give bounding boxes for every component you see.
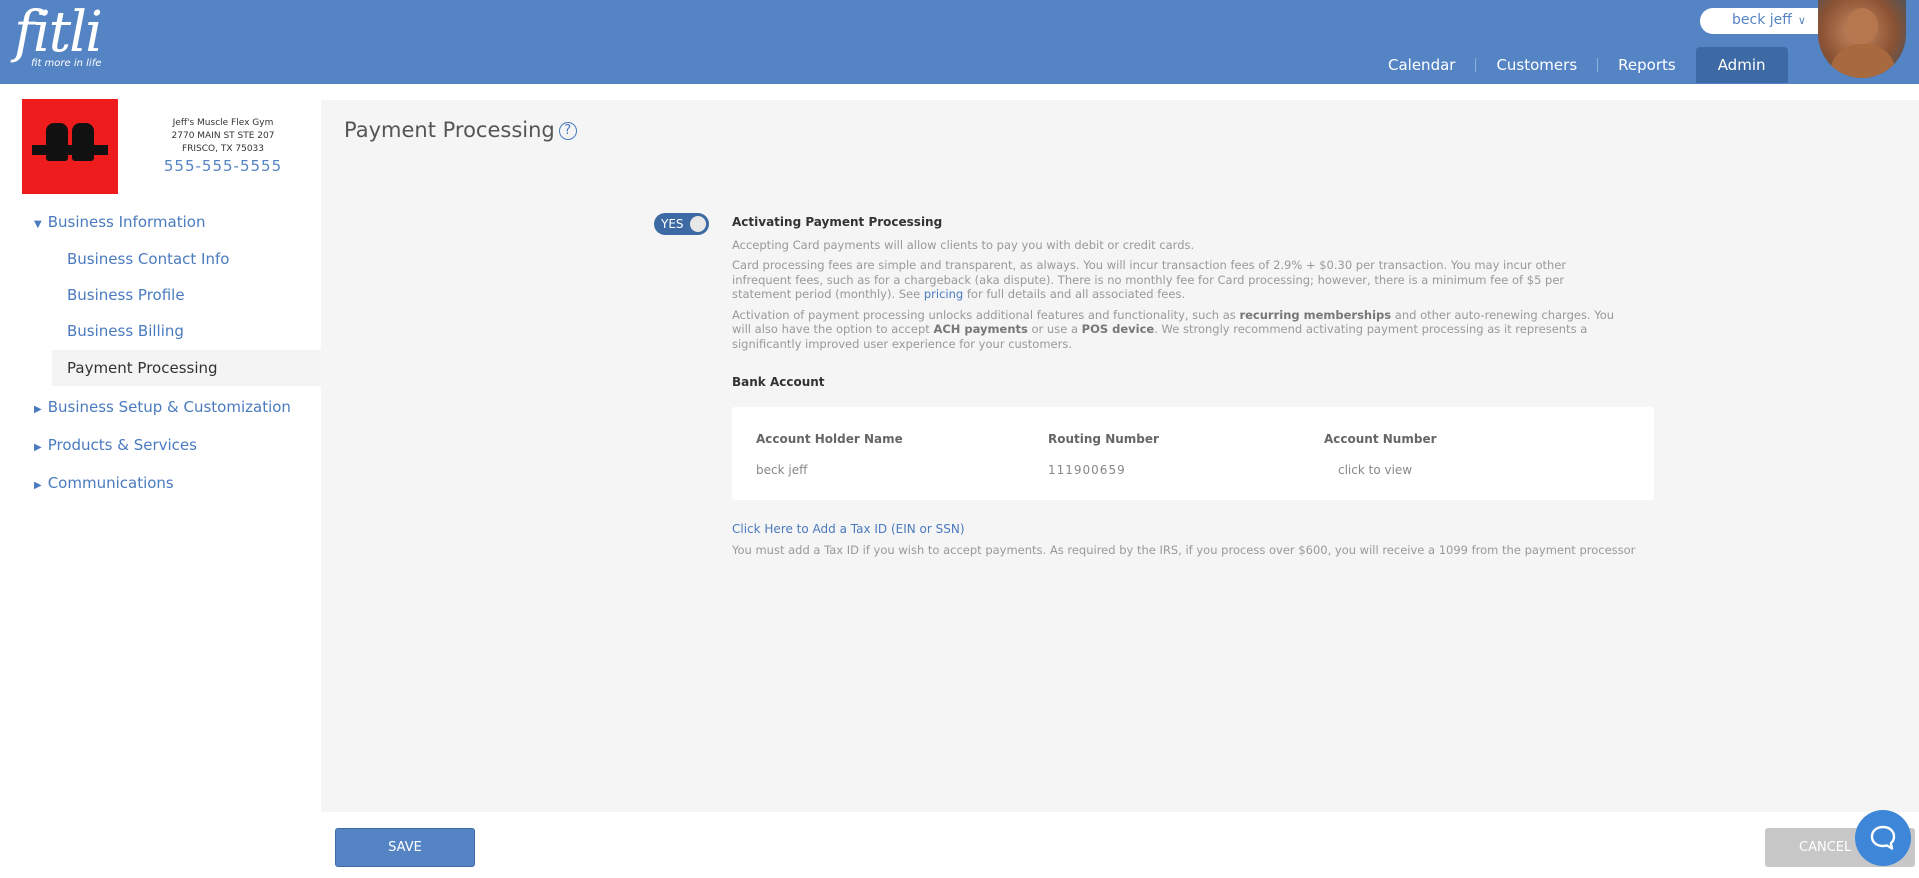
- chat-bubble-icon: [1870, 825, 1896, 850]
- caret-down-icon: ▼: [34, 219, 42, 230]
- main-content: Payment Processing? YES Activating Payme…: [321, 100, 1919, 812]
- logo-tagline: fit more in life: [31, 58, 102, 69]
- business-info: Jeff's Muscle Flex Gym 2770 MAIN ST STE …: [150, 117, 296, 174]
- header-account-holder: Account Holder Name: [756, 432, 903, 446]
- section-label: Business Information: [47, 213, 206, 231]
- business-address-line2: FRISCO, TX 75033: [181, 144, 265, 154]
- click-to-view-link[interactable]: click to view: [1338, 463, 1412, 477]
- section-label: Products & Services: [47, 436, 197, 454]
- toggle-knob: [690, 216, 706, 232]
- sidebar-section-business-information[interactable]: ▼ Business Information: [34, 213, 355, 231]
- sidebar: Jeff's Muscle Flex Gym 2770 MAIN ST STE …: [0, 84, 321, 878]
- account-holder-value: beck jeff: [756, 463, 808, 477]
- business-phone[interactable]: 555-555-5555: [150, 159, 296, 174]
- caret-right-icon: ▶: [34, 442, 42, 453]
- caret-right-icon: ▶: [34, 480, 42, 491]
- logo-figure: [46, 123, 68, 161]
- sidebar-section-communications[interactable]: ▶ Communications: [34, 474, 355, 492]
- header-routing-number: Routing Number: [1048, 432, 1159, 446]
- logo-bar: [32, 145, 108, 155]
- nav-admin[interactable]: Admin: [1695, 47, 1788, 83]
- sidebar-item-business-billing[interactable]: Business Billing: [52, 313, 321, 349]
- para3-text: or use a: [1027, 322, 1082, 336]
- description-para2: Card processing fees are simple and tran…: [732, 258, 1622, 302]
- toggle-label: YES: [661, 217, 684, 231]
- sidebar-section-business-setup[interactable]: ▶ Business Setup & Customization: [34, 398, 355, 416]
- footer-bar: SAVE CANCEL: [321, 812, 1919, 878]
- avatar[interactable]: [1818, 0, 1906, 78]
- nav-customers[interactable]: Customers: [1476, 47, 1597, 83]
- business-address-line1: 2770 MAIN ST STE 207: [171, 131, 275, 141]
- chevron-down-icon: ∨: [1797, 14, 1806, 27]
- sidebar-section-products-services[interactable]: ▶ Products & Services: [34, 436, 355, 454]
- sidebar-item-business-profile[interactable]: Business Profile: [52, 277, 321, 313]
- pricing-link[interactable]: pricing: [924, 287, 963, 301]
- business-logo: [22, 99, 118, 194]
- recurring-memberships-text: recurring memberships: [1239, 307, 1392, 322]
- page-title: Payment Processing?: [344, 118, 577, 142]
- bank-account-card: Account Holder Name Routing Number Accou…: [732, 407, 1654, 500]
- bank-account-title: Bank Account: [732, 375, 825, 389]
- sidebar-item-business-contact-info[interactable]: Business Contact Info: [52, 241, 321, 277]
- description-para1: Accepting Card payments will allow clien…: [732, 237, 1195, 252]
- nav-calendar[interactable]: Calendar: [1368, 47, 1475, 83]
- page-title-text: Payment Processing: [344, 118, 555, 142]
- ach-payments-text: ACH payments: [933, 322, 1028, 336]
- help-icon[interactable]: ?: [558, 122, 577, 140]
- main-nav: Calendar Customers Reports Admin: [1368, 47, 1788, 83]
- description-para3: Activation of payment processing unlocks…: [732, 308, 1622, 352]
- nav-reports[interactable]: Reports: [1598, 47, 1696, 83]
- payment-processing-toggle[interactable]: YES: [654, 213, 709, 235]
- payment-description: Activating Payment Processing Accepting …: [732, 215, 1622, 351]
- user-name: beck jeff: [1732, 12, 1792, 28]
- fitli-logo[interactable]: fitli fit more in life: [14, 0, 103, 70]
- section-title: Activating Payment Processing: [732, 215, 943, 229]
- save-button[interactable]: SAVE: [335, 828, 475, 867]
- logo-text: fitli: [14, 0, 103, 65]
- pos-device-text: POS device: [1081, 322, 1155, 336]
- tax-id-note: You must add a Tax ID if you wish to acc…: [732, 543, 1636, 557]
- add-tax-id-link[interactable]: Click Here to Add a Tax ID (EIN or SSN): [732, 522, 965, 536]
- chat-button[interactable]: [1855, 810, 1911, 866]
- section-label: Business Setup & Customization: [47, 398, 291, 416]
- header-account-number: Account Number: [1324, 432, 1437, 446]
- para2-tail: for full details and all associated fees…: [963, 287, 1186, 301]
- sidebar-item-payment-processing[interactable]: Payment Processing: [52, 350, 321, 386]
- logo-figure: [72, 123, 94, 161]
- user-menu-button[interactable]: beck jeff ∨: [1700, 8, 1825, 34]
- business-name: Jeff's Muscle Flex Gym: [172, 118, 274, 128]
- top-header: fitli fit more in life beck jeff ∨ Calend…: [0, 0, 1919, 84]
- section-label: Communications: [47, 474, 174, 492]
- para3-text: Activation of payment processing unlocks…: [732, 307, 1240, 322]
- routing-number-value: 111900659: [1048, 463, 1126, 477]
- caret-right-icon: ▶: [34, 404, 42, 415]
